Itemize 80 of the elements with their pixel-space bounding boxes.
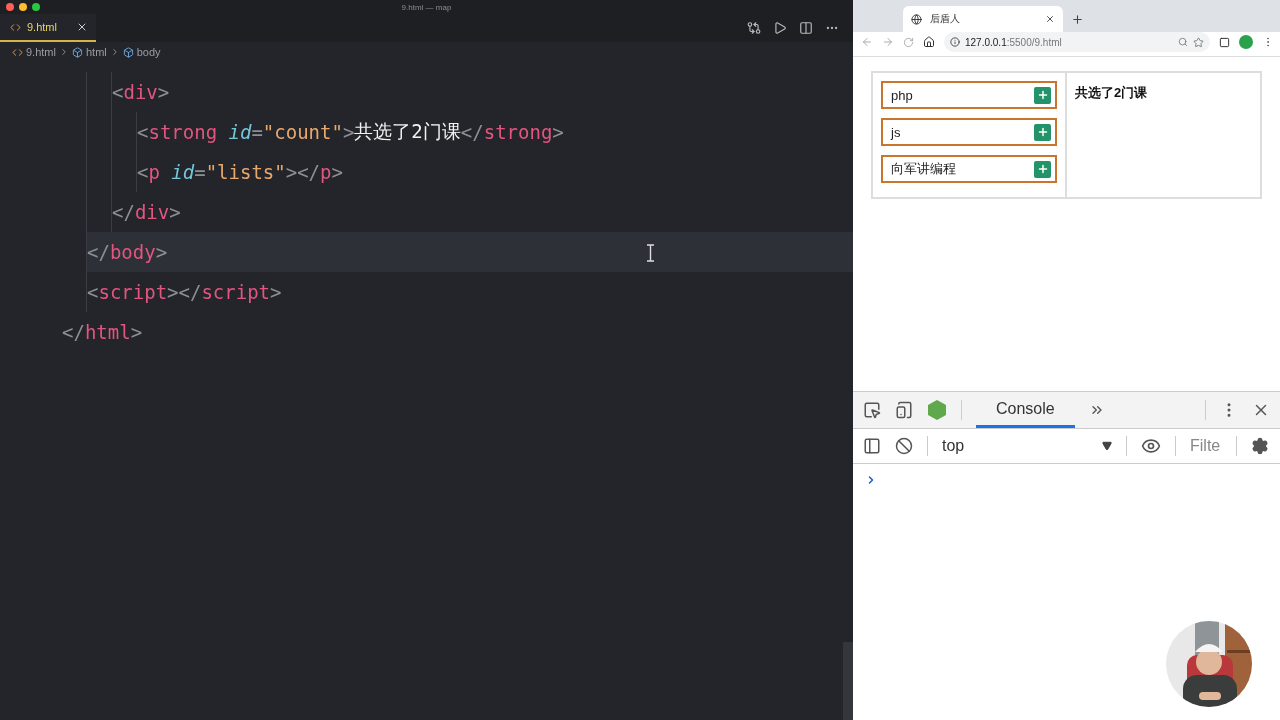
code-token: >	[169, 201, 181, 223]
code-icon	[12, 46, 23, 58]
code-token: body	[109, 241, 156, 263]
code-token: </	[87, 241, 110, 263]
code-token: strong	[148, 121, 218, 143]
star-icon[interactable]	[1193, 36, 1204, 48]
code-token: ></	[285, 161, 321, 183]
code-token: ></	[167, 281, 202, 303]
breadcrumb[interactable]: body	[136, 46, 161, 58]
address-bar[interactable]: 127.0.0.1:5500/9.html	[944, 32, 1210, 52]
code-token: >	[342, 121, 355, 143]
run-icon[interactable]	[773, 21, 787, 35]
code-token: >	[155, 241, 168, 263]
code-token: script	[98, 281, 168, 303]
new-tab-icon[interactable]	[1071, 12, 1084, 26]
code-token: p	[320, 161, 332, 183]
cube-icon	[71, 46, 83, 58]
code-token: "count"	[262, 121, 343, 143]
add-button[interactable]	[1034, 86, 1051, 104]
text-cursor-icon	[646, 244, 655, 262]
course-name: 向军讲编程	[891, 160, 956, 178]
settings-icon[interactable]	[1251, 437, 1269, 455]
compare-icon[interactable]	[747, 21, 761, 35]
code-token: >	[130, 321, 143, 343]
code-token: script	[201, 281, 271, 303]
browser-tab[interactable]: 后盾人	[903, 6, 1063, 32]
clear-icon[interactable]	[895, 437, 913, 455]
code-token: div	[134, 201, 170, 223]
code-icon	[10, 21, 21, 33]
hexagon-icon[interactable]	[927, 399, 947, 421]
info-icon[interactable]	[950, 37, 960, 47]
course-name: js	[891, 124, 901, 140]
code-token: id	[228, 121, 252, 143]
code-token: </	[62, 321, 85, 343]
code-token: id	[171, 161, 195, 183]
zoom-icon[interactable]	[1178, 37, 1188, 47]
code-token: "lists"	[205, 161, 286, 183]
code-token: strong	[483, 121, 553, 143]
profile-avatar[interactable]	[1239, 35, 1253, 49]
code-token: </	[112, 201, 135, 223]
extension-icon[interactable]	[1219, 36, 1230, 48]
device-icon[interactable]	[895, 401, 913, 419]
context-select[interactable]: top	[942, 437, 1112, 455]
globe-icon	[911, 13, 922, 25]
tab-title: 后盾人	[930, 12, 961, 26]
breadcrumb[interactable]: 9.html	[26, 46, 56, 58]
code-token: html	[84, 321, 131, 343]
add-button[interactable]	[1034, 160, 1051, 178]
breadcrumb[interactable]: html	[85, 46, 107, 58]
window-controls[interactable]	[6, 3, 40, 11]
code-token: <	[87, 281, 99, 303]
split-editor-icon[interactable]	[799, 21, 813, 35]
tab-label: 9.html	[27, 21, 58, 33]
add-button[interactable]	[1034, 123, 1051, 141]
scrollbar[interactable]	[843, 642, 853, 720]
code-token: >	[552, 121, 564, 143]
inspect-icon[interactable]	[863, 401, 881, 419]
code-token: div	[123, 81, 158, 103]
cube-icon	[122, 46, 134, 58]
code-token: >	[157, 81, 170, 103]
code-token: <	[137, 161, 149, 183]
code-token: >	[331, 161, 343, 183]
sidebar-icon[interactable]	[863, 437, 881, 455]
dropdown-triangle-icon[interactable]	[1102, 441, 1112, 451]
code-token: 共选了2门课	[354, 119, 461, 144]
eye-icon[interactable]	[1141, 436, 1161, 456]
selected-count: 共选了2门课	[1075, 85, 1148, 100]
window-title: 9.html — map	[401, 2, 452, 12]
editor-tab[interactable]: 9.html	[0, 14, 96, 42]
close-icon[interactable]	[1045, 14, 1055, 24]
code-token: >	[270, 281, 282, 303]
home-icon[interactable]	[923, 36, 935, 48]
course-name: php	[891, 87, 913, 103]
close-icon[interactable]	[76, 21, 88, 33]
code-token: =	[251, 121, 263, 143]
code-token: <	[137, 121, 149, 143]
code-token: </	[460, 121, 484, 143]
code-token: p	[148, 161, 160, 183]
code-token: =	[194, 161, 206, 183]
code-token: <	[112, 81, 124, 103]
